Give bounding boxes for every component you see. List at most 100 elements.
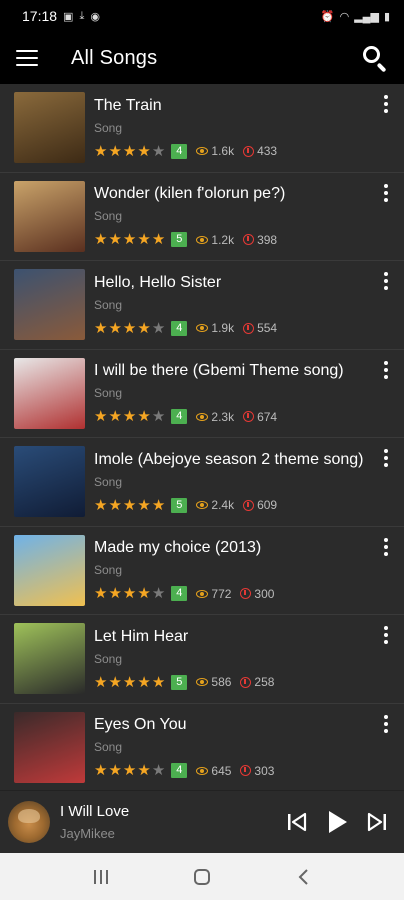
previous-button[interactable] [284,809,310,835]
song-meta: ★ ★ ★ ★ ★ 5 1.2k 398 [94,232,394,248]
views-icon [196,766,209,775]
more-options-icon[interactable] [384,537,388,556]
downloads-count: 303 [254,763,275,778]
page-title: All Songs [71,46,158,69]
back-button[interactable] [283,862,323,892]
song-artwork[interactable] [14,180,85,252]
song-title: Made my choice (2013) [94,539,262,557]
song-type: Song [94,297,123,312]
rating-stars: ★ ★ ★ ★ ★ [94,763,165,778]
song-row[interactable]: Wonder (kilen f'olorun pe?) Song ★ ★ ★ ★ ★ 5… [0,173,404,261]
now-playing-info[interactable]: I Will Love JayMikee [60,803,284,841]
song-meta: ★ ★ ★ ★ ★ 4 2.3k 674 [94,408,394,426]
song-row[interactable]: Let Him Hear Song ★ ★ ★ ★ ★ 5 586 258 [0,615,404,704]
song-artwork[interactable] [14,623,85,695]
more-options-icon[interactable] [384,449,388,467]
downloads-icon [240,676,252,688]
play-button[interactable] [324,809,350,835]
star-filled-icon: ★ [122,673,137,691]
rating-stars: ★ ★ ★ ★ ★ [94,232,165,247]
hamburger-menu-icon[interactable] [16,50,38,66]
star-filled-icon: ★ [151,673,166,691]
star-filled-icon: ★ [94,231,108,249]
song-artwork[interactable] [14,92,85,164]
views-count: 772 [211,586,232,601]
star-empty-icon: ★ [151,408,166,426]
song-title: Wonder (kilen f'olorun pe?) [94,185,286,203]
status-bar: 17:18 ▣ ⤓ ◉ ⏰ ◠ ▂▄▆ ▮ [0,0,404,32]
song-info: I will be there (Gbemi Theme song) Song … [94,362,394,426]
song-artwork[interactable] [14,269,85,341]
more-options-icon[interactable] [384,183,388,202]
views-icon [196,412,209,421]
song-info: Imole (Abejoye season 2 theme song) Song… [94,451,394,513]
song-row[interactable]: Eyes On You Song ★ ★ ★ ★ ★ 4 645 303 [0,704,404,791]
views-icon [196,235,209,244]
song-info: The Train Song ★ ★ ★ ★ ★ 4 1.6k 433 [94,97,394,159]
star-empty-icon: ★ [151,762,166,780]
search-icon[interactable] [362,45,388,73]
song-artwork[interactable] [14,446,85,518]
song-title: Eyes On You [94,716,187,734]
rating-badge: 4 [171,763,188,779]
song-meta: ★ ★ ★ ★ ★ 5 2.4k 609 [94,496,394,514]
song-row[interactable]: Imole (Abejoye season 2 theme song) Song… [0,438,404,527]
song-info: Hello, Hello Sister Song ★ ★ ★ ★ ★ 4 1.9k 55… [94,274,394,336]
song-artwork[interactable] [14,357,85,429]
download-done-icon: ⤓ [79,9,85,22]
song-type: Song [94,474,123,489]
skip-previous-icon [288,812,307,832]
star-empty-icon: ★ [151,319,166,337]
star-filled-icon: ★ [108,408,122,426]
song-artwork[interactable] [14,534,85,606]
more-options-icon[interactable] [384,272,388,290]
more-options-icon[interactable] [384,626,388,644]
star-filled-icon: ★ [94,585,108,603]
views-count: 586 [211,675,232,690]
more-options-icon[interactable] [384,714,388,733]
back-icon [298,868,309,885]
now-playing-artwork[interactable] [8,801,50,843]
rating-stars: ★ ★ ★ ★ ★ [94,321,165,336]
next-button[interactable] [364,809,390,835]
song-row[interactable]: The Train Song ★ ★ ★ ★ ★ 4 1.6k 433 [0,84,404,173]
star-filled-icon: ★ [137,142,151,160]
song-info: Wonder (kilen f'olorun pe?) Song ★ ★ ★ ★ ★ 5… [94,185,394,248]
more-options-icon[interactable] [384,95,388,113]
image-icon: ▣ [63,10,74,23]
more-options-icon[interactable] [384,360,388,379]
recent-apps-button[interactable] [81,862,121,892]
rating-stars: ★ ★ ★ ★ ★ [94,675,165,690]
song-row[interactable]: Hello, Hello Sister Song ★ ★ ★ ★ ★ 4 1.9k 55… [0,261,404,350]
home-button[interactable] [182,862,222,892]
views-count: 645 [211,763,232,778]
song-list[interactable]: The Train Song ★ ★ ★ ★ ★ 4 1.6k 433 Wonder (… [0,84,404,790]
song-type: Song [94,386,123,401]
song-artwork[interactable] [14,711,85,783]
rating-badge: 5 [171,497,188,513]
star-filled-icon: ★ [108,762,122,780]
star-filled-icon: ★ [108,142,122,160]
star-filled-icon: ★ [151,496,166,514]
downloads-count: 398 [257,232,278,247]
mini-player[interactable]: I Will Love JayMikee [0,790,404,853]
song-meta: ★ ★ ★ ★ ★ 4 772 300 [94,585,394,603]
song-title: I will be there (Gbemi Theme song) [94,362,344,380]
star-filled-icon: ★ [137,408,151,426]
downloads-icon [243,145,255,157]
song-title: The Train [94,96,162,114]
song-meta: ★ ★ ★ ★ ★ 5 586 258 [94,674,394,690]
star-empty-icon: ★ [151,585,166,603]
song-row[interactable]: Made my choice (2013) Song ★ ★ ★ ★ ★ 4 772 3… [0,527,404,615]
star-filled-icon: ★ [137,231,151,249]
downloads-icon [243,499,255,511]
star-filled-icon: ★ [137,319,151,337]
star-filled-icon: ★ [94,496,108,514]
rating-badge: 4 [171,143,188,159]
song-type: Song [94,740,123,755]
song-type: Song [94,563,123,578]
song-row[interactable]: I will be there (Gbemi Theme song) Song … [0,350,404,438]
song-info: Made my choice (2013) Song ★ ★ ★ ★ ★ 4 772 3… [94,539,394,603]
star-filled-icon: ★ [94,142,108,160]
downloads-count: 300 [254,586,275,601]
